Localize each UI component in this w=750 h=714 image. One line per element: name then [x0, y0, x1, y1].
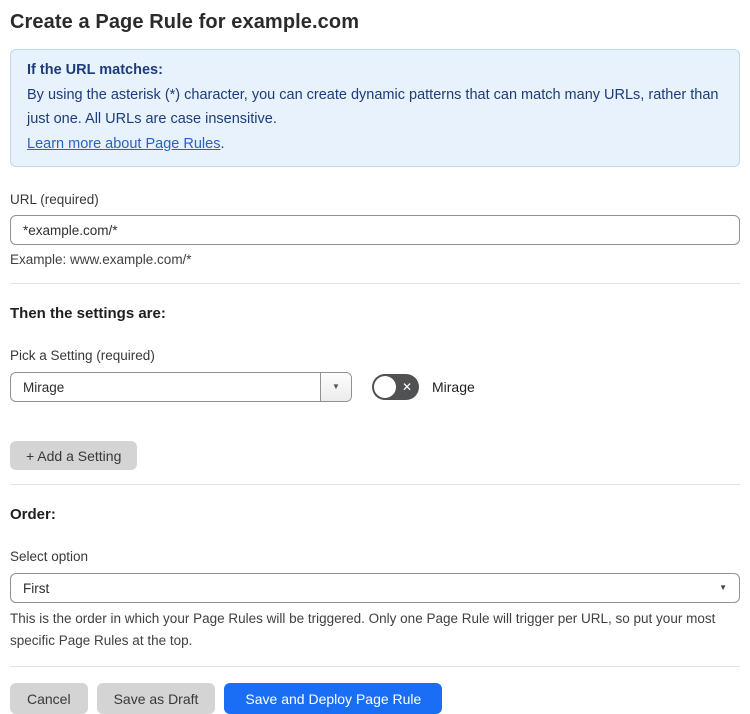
order-select-label: Select option	[10, 549, 89, 564]
url-label: URL (required)	[10, 192, 99, 207]
toggle-knob	[374, 376, 396, 398]
cancel-button[interactable]: Cancel	[10, 683, 88, 714]
setting-select-caret-button[interactable]: ▼	[320, 373, 351, 401]
mirage-toggle[interactable]: ✕	[372, 374, 419, 400]
toggle-off-icon: ✕	[401, 379, 412, 394]
url-match-info-box: If the URL matches: By using the asteris…	[10, 49, 740, 167]
order-section-heading: Order:	[10, 506, 56, 523]
order-select[interactable]: First ▼	[10, 573, 740, 603]
page-title: Create a Page Rule for example.com	[10, 11, 360, 33]
learn-more-link[interactable]: Learn more about Page Rules	[27, 136, 220, 152]
setting-row: Mirage ▼ ✕ Mirage	[10, 372, 740, 402]
divider	[10, 666, 740, 667]
url-helper-text: Example: www.example.com/*	[10, 252, 192, 267]
divider	[10, 484, 740, 485]
page-container: Create a Page Rule for example.com If th…	[0, 8, 750, 714]
add-setting-button[interactable]: + Add a Setting	[10, 441, 138, 470]
setting-select[interactable]: Mirage ▼	[10, 372, 352, 402]
chevron-down-icon: ▼	[719, 583, 727, 592]
settings-section-heading: Then the settings are:	[10, 305, 166, 322]
save-deploy-button[interactable]: Save and Deploy Page Rule	[224, 683, 443, 714]
info-box-body: By using the asterisk (*) character, you…	[27, 87, 719, 127]
url-input[interactable]	[10, 215, 740, 245]
order-helper-text: This is the order in which your Page Rul…	[10, 611, 716, 648]
info-link-line: Learn more about Page Rules.	[27, 133, 723, 156]
footer-actions: Cancel Save as Draft Save and Deploy Pag…	[10, 683, 740, 714]
divider	[10, 283, 740, 284]
pick-setting-label: Pick a Setting (required)	[10, 348, 155, 363]
setting-select-value: Mirage	[23, 379, 65, 395]
chevron-down-icon: ▼	[332, 382, 340, 391]
save-draft-button[interactable]: Save as Draft	[96, 683, 216, 714]
toggle-label: Mirage	[432, 379, 475, 395]
info-box-heading: If the URL matches:	[27, 62, 163, 78]
order-select-value: First	[23, 580, 50, 596]
info-link-suffix: .	[220, 136, 225, 152]
